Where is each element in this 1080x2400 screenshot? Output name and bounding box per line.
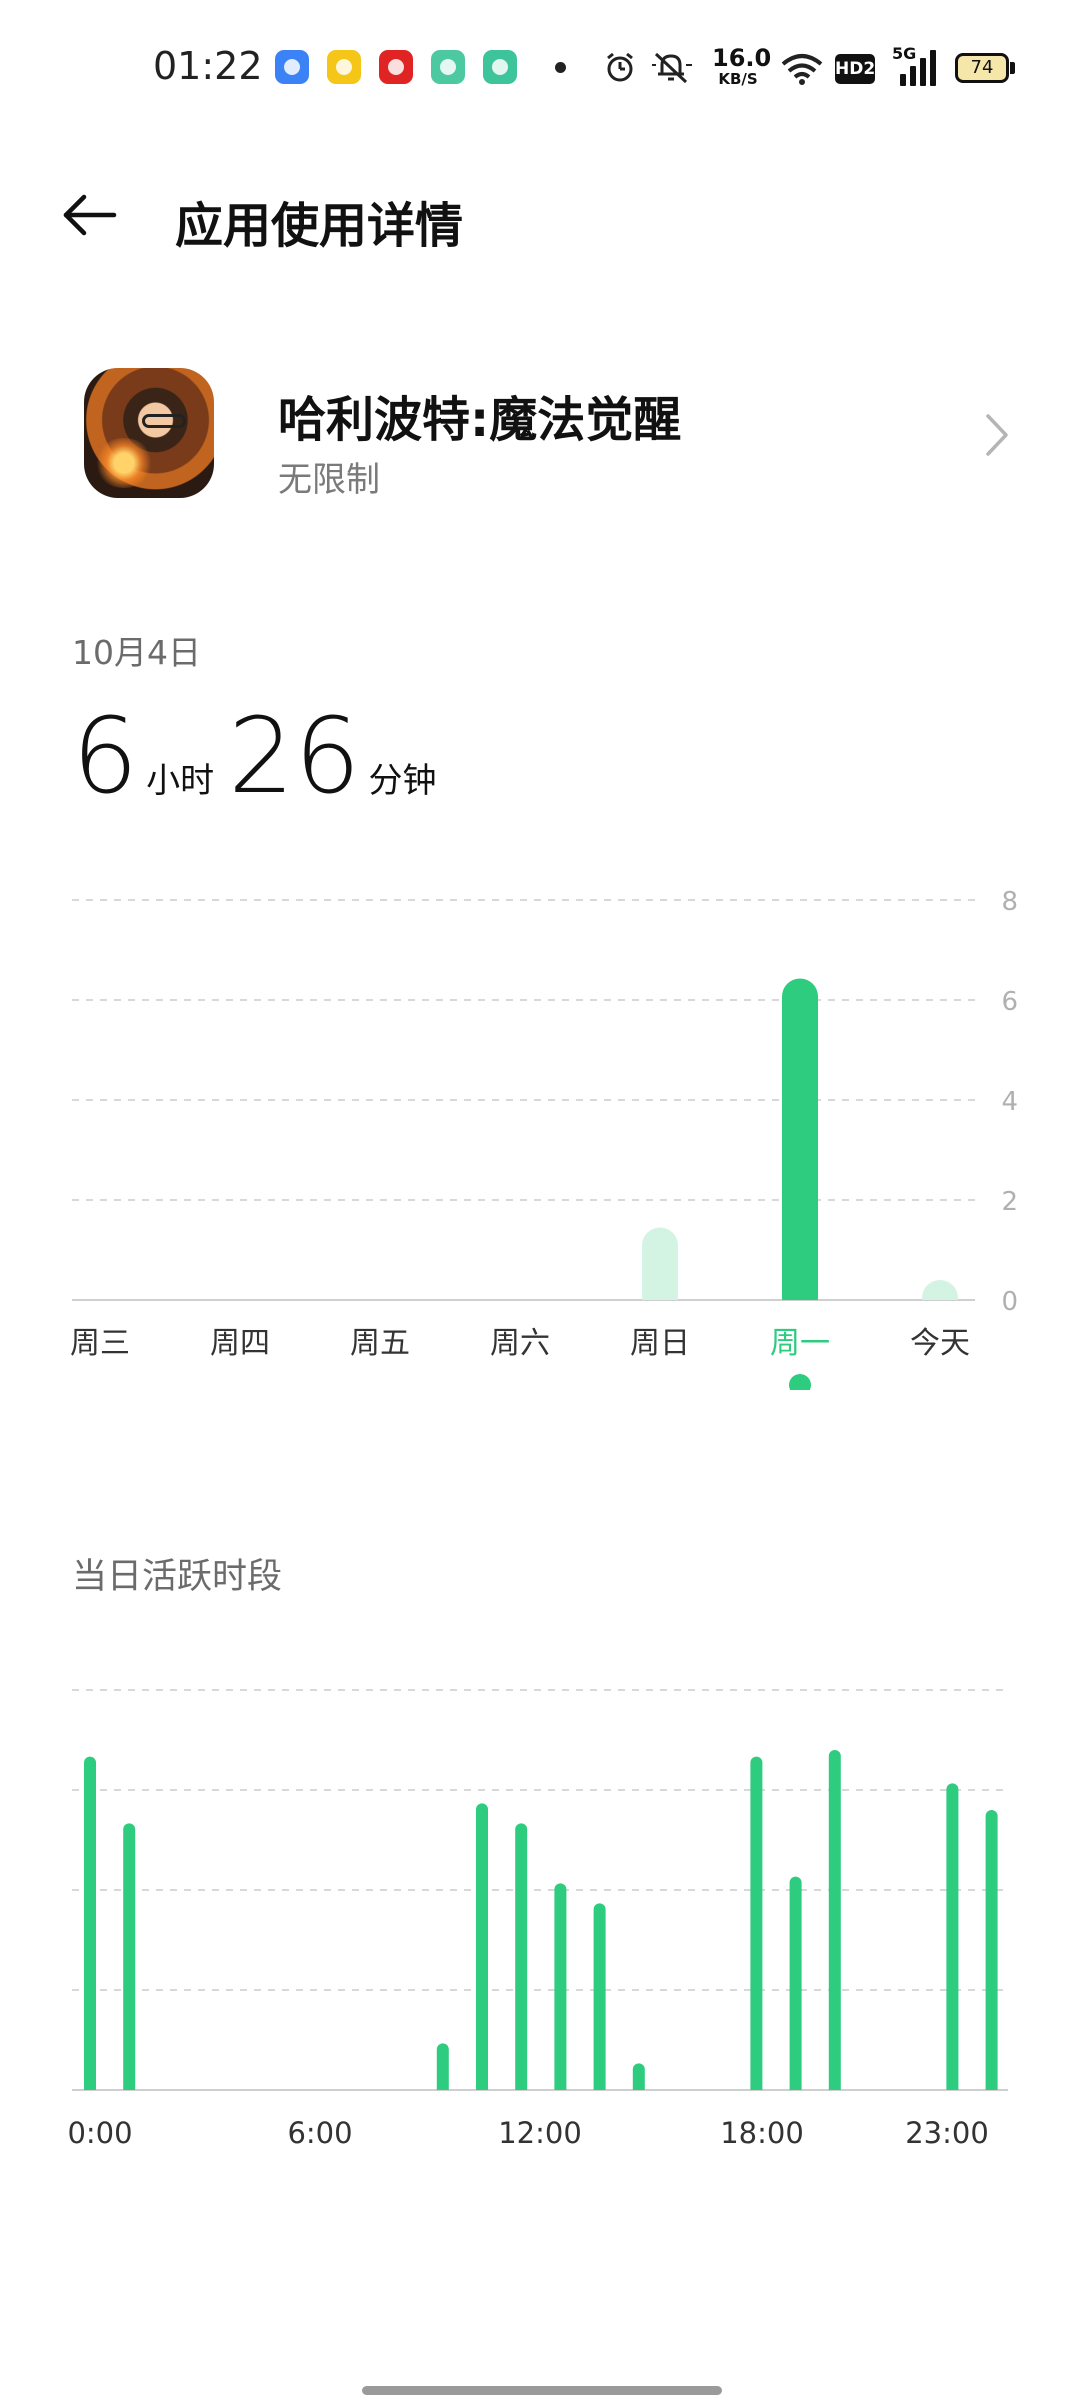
notes-app-icon bbox=[327, 50, 361, 84]
week-bar[interactable] bbox=[782, 978, 818, 1319]
week-day-label[interactable]: 周五 bbox=[350, 1326, 410, 1361]
hour-x-tick: 6:00 bbox=[287, 2116, 352, 2150]
status-time: 01:22 bbox=[153, 44, 263, 88]
hour-bar bbox=[476, 1803, 488, 2090]
status-bar: 01:22 16.0 KB/S HD2 5G 74 bbox=[0, 0, 1080, 140]
week-y-tick: 6 bbox=[1001, 987, 1018, 1017]
hour-bar bbox=[554, 1883, 567, 2090]
total-usage: 6 小时 26 分钟 bbox=[72, 695, 451, 817]
week-day-label[interactable]: 周六 bbox=[490, 1326, 550, 1361]
battery-icon: 74 bbox=[955, 53, 1009, 83]
chevron-right-icon[interactable] bbox=[982, 412, 1012, 458]
week-y-tick: 0 bbox=[1001, 1287, 1018, 1317]
hd-voice-badge: HD2 bbox=[835, 54, 875, 84]
page-title: 应用使用详情 bbox=[175, 198, 464, 254]
hour-x-tick: 23:00 bbox=[905, 2116, 989, 2150]
selected-day-indicator bbox=[789, 1374, 811, 1390]
hour-bar bbox=[436, 2043, 449, 2090]
week-y-tick: 4 bbox=[1001, 1087, 1018, 1117]
hour-bar bbox=[593, 1903, 606, 2090]
network-type: 5G bbox=[892, 44, 917, 63]
app-icon-glasses bbox=[142, 414, 186, 428]
hour-x-tick: 12:00 bbox=[498, 2116, 582, 2150]
week-bar[interactable] bbox=[642, 1227, 678, 1319]
usage-hours-unit: 小时 bbox=[146, 761, 215, 801]
hour-bar bbox=[515, 1823, 528, 2090]
cellular-signal-icon: 5G bbox=[892, 44, 938, 86]
hour-bar bbox=[632, 2063, 645, 2090]
week-day-label[interactable]: 周四 bbox=[210, 1326, 270, 1361]
back-arrow-icon[interactable] bbox=[60, 190, 120, 240]
app-limit-status: 无限制 bbox=[278, 460, 380, 500]
green-ring-app-icon bbox=[431, 50, 465, 84]
home-indicator[interactable] bbox=[362, 2386, 722, 2395]
weekly-usage-chart[interactable]: 0 2 4 6 8 周三 周四 周五 周六 周日 周一 今天 bbox=[0, 870, 1080, 1390]
selected-date: 10月4日 bbox=[72, 633, 201, 672]
bubble-app-icon bbox=[275, 50, 309, 84]
hour-bar bbox=[828, 1750, 841, 2090]
hour-bar bbox=[84, 1756, 96, 2090]
week-y-tick: 8 bbox=[1001, 887, 1018, 917]
net-speed-unit: KB/S bbox=[718, 70, 758, 88]
usage-minutes: 26 bbox=[228, 695, 361, 817]
more-notifications-dot bbox=[555, 62, 566, 73]
hour-x-tick: 0:00 bbox=[67, 2116, 132, 2150]
activity-section-title: 当日活跃时段 bbox=[72, 1557, 283, 1597]
silent-bell-icon bbox=[652, 52, 692, 84]
green-app-icon bbox=[483, 50, 517, 84]
net-speed: 16.0 KB/S bbox=[712, 44, 772, 88]
week-day-label[interactable]: 周一 bbox=[770, 1326, 830, 1361]
hour-bar bbox=[789, 1876, 802, 2090]
week-bar[interactable] bbox=[922, 1280, 958, 1318]
app-icon-flare bbox=[94, 438, 154, 488]
week-day-label[interactable]: 今天 bbox=[910, 1326, 970, 1361]
week-day-label[interactable]: 周日 bbox=[630, 1326, 690, 1361]
usage-minutes-unit: 分钟 bbox=[368, 761, 437, 801]
music-app-icon bbox=[379, 50, 413, 84]
usage-hours: 6 bbox=[72, 695, 139, 817]
hour-bar bbox=[985, 1810, 998, 2090]
week-day-label[interactable]: 周三 bbox=[70, 1326, 130, 1361]
net-speed-value: 16.0 bbox=[712, 44, 772, 72]
week-y-tick: 2 bbox=[1001, 1187, 1018, 1217]
hour-bar bbox=[123, 1823, 136, 2090]
hour-bar bbox=[750, 1756, 763, 2090]
hourly-activity-chart: 0:00 6:00 12:00 18:00 23:00 bbox=[67, 1689, 1008, 2150]
hour-bar bbox=[946, 1783, 959, 2090]
app-icon[interactable] bbox=[84, 368, 214, 498]
wifi-icon bbox=[781, 54, 823, 85]
hour-x-tick: 18:00 bbox=[720, 2116, 804, 2150]
app-name[interactable]: 哈利波特:魔法觉醒 bbox=[278, 380, 681, 450]
battery-tip bbox=[1010, 62, 1015, 74]
alarm-icon bbox=[607, 52, 633, 82]
